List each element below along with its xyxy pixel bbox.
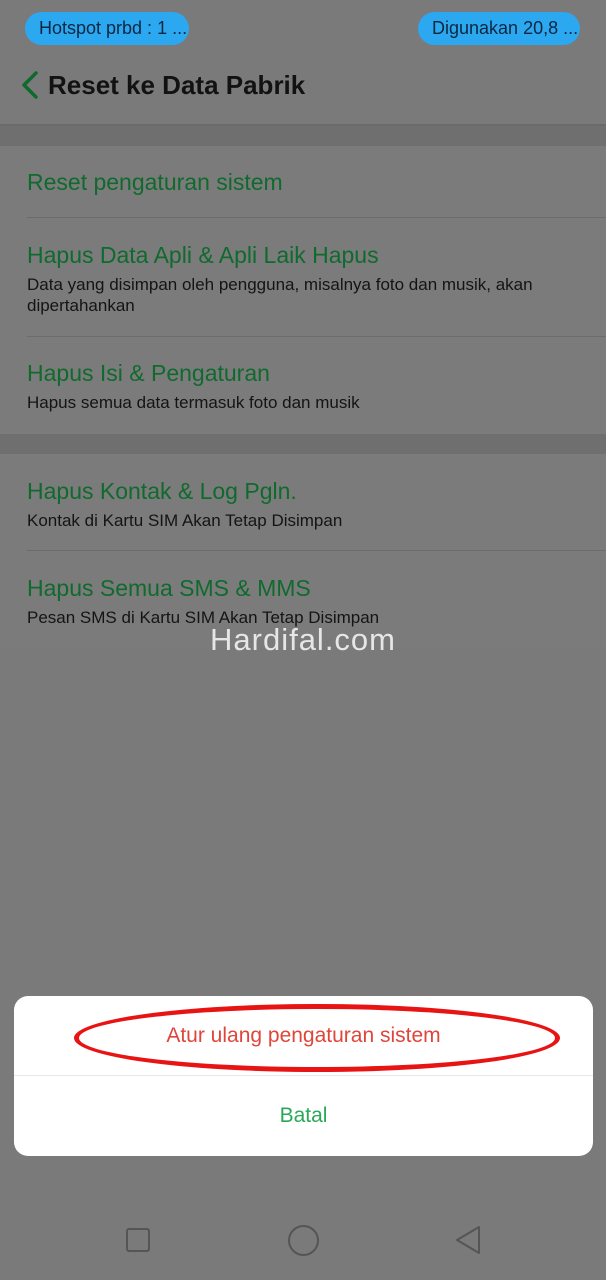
triangle-back-icon[interactable] [454,1224,482,1256]
status-bar: Hotspot prbd : 1 ... Digunakan 20,8 ... [0,0,606,56]
settings-group-1: Reset pengaturan sistem Hapus Data Apli … [0,146,606,434]
highlight-ellipse [74,1004,560,1072]
item-title: Reset pengaturan sistem [27,169,283,195]
item-subtitle: Hapus semua data termasuk foto dan musik [27,393,360,412]
list-item-clear-contacts-logs[interactable]: Hapus Kontak & Log Pgln. Kontak di Kartu… [0,454,606,550]
page-title: Reset ke Data Pabrik [48,70,306,100]
header: Reset ke Data Pabrik [0,56,606,124]
square-icon[interactable] [126,1228,150,1252]
section-gap [0,434,606,454]
item-title: Hapus Isi & Pengaturan [27,360,270,386]
list-item-erase-content-settings[interactable]: Hapus Isi & Pengaturan Hapus semua data … [0,336,606,434]
section-gap [0,126,606,146]
hotspot-pill[interactable]: Hotspot prbd : 1 ... [25,12,189,45]
circle-icon[interactable] [288,1225,319,1256]
navigation-bar [0,1200,606,1280]
watermark: Hardifal.com [210,622,396,657]
cancel-button[interactable]: Batal [14,1076,593,1156]
data-usage-pill[interactable]: Digunakan 20,8 ... [418,12,580,45]
settings-group-2: Hapus Kontak & Log Pgln. Kontak di Kartu… [0,454,606,648]
list-item-reset-system-settings[interactable]: Reset pengaturan sistem [0,146,606,218]
item-title: Hapus Data Apli & Apli Laik Hapus [27,242,379,268]
item-subtitle: Data yang disimpan oleh pengguna, misaln… [27,275,533,315]
chevron-left-icon[interactable] [14,68,48,102]
item-subtitle: Kontak di Kartu SIM Akan Tetap Disimpan [27,511,343,530]
list-item-clear-app-data[interactable]: Hapus Data Apli & Apli Laik Hapus Data y… [0,218,606,336]
item-title: Hapus Kontak & Log Pgln. [27,478,297,504]
item-title: Hapus Semua SMS & MMS [27,575,311,601]
